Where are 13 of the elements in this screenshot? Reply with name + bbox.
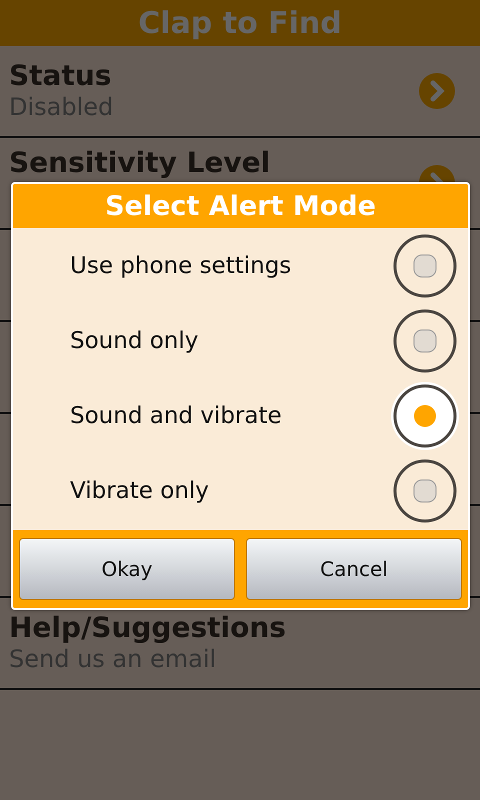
option-label[interactable]: Use phone settings bbox=[70, 252, 390, 278]
app-title: Clap to Find bbox=[138, 6, 342, 40]
option-label[interactable]: Sound only bbox=[70, 328, 390, 354]
chevron-icon bbox=[418, 72, 456, 110]
okay-button[interactable]: Okay bbox=[19, 538, 235, 600]
setting-title: Sensitivity Level bbox=[9, 148, 272, 179]
dialog-title: Select Alert Mode bbox=[105, 190, 376, 222]
option-label[interactable]: Sound and vibrate bbox=[70, 402, 390, 428]
setting-title: Status bbox=[9, 60, 112, 92]
radio-button[interactable] bbox=[390, 380, 460, 450]
setting-title: Help/Suggestions bbox=[9, 612, 287, 644]
cancel-button[interactable]: Cancel bbox=[246, 538, 462, 600]
option-label[interactable]: Vibrate only bbox=[70, 478, 390, 504]
